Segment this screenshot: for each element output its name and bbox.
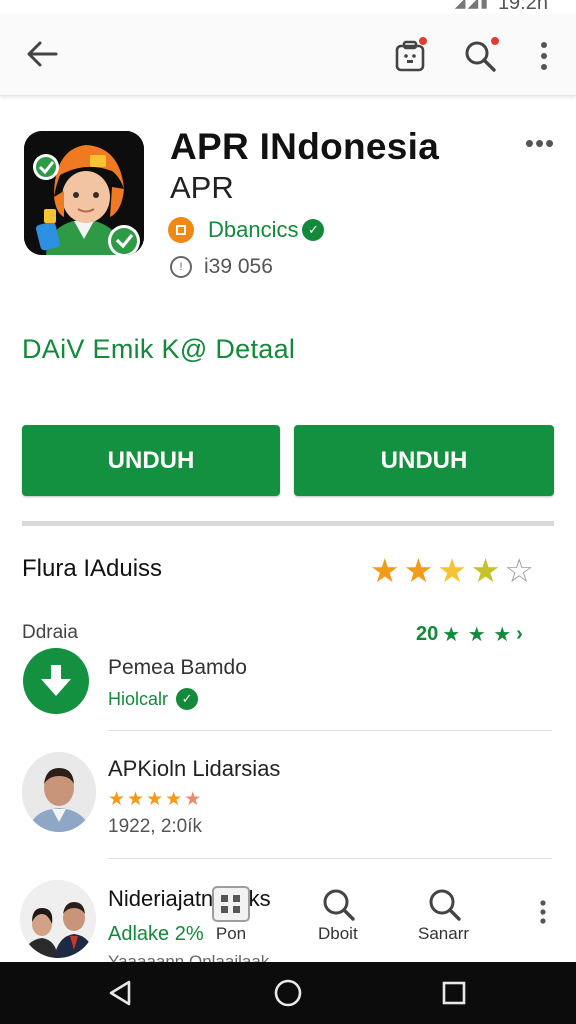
nav-label: Sanarr (418, 924, 470, 943)
ratings-section-title: Flura IAduiss (22, 555, 163, 582)
list-item-subtitle: Hiolcalr ✓ (108, 688, 199, 710)
star-filled-icon: ★ (403, 552, 434, 589)
more-options-button[interactable]: ••• (520, 128, 560, 158)
reviews-label: Ddraia (22, 622, 78, 643)
star-half-icon: ★ (184, 789, 202, 810)
verified-icon: ✓ (302, 219, 325, 241)
item-rating-stars: ★ ★ ★ ★ ★ (108, 788, 201, 811)
badge-label: Dbancics (208, 217, 299, 242)
notification-dot (418, 36, 428, 46)
system-home-button[interactable] (270, 978, 306, 1008)
status-icons: ◢◢▮ (454, 0, 490, 10)
status-time: 19:2n (497, 0, 548, 14)
badge-icon (168, 217, 194, 243)
nav-item-search-alt[interactable]: Sanarr (418, 886, 469, 944)
unduh-secondary-button[interactable]: UNDUH (294, 425, 554, 496)
star-filled-icon: ★ (127, 789, 145, 810)
top-app-bar (0, 14, 576, 96)
badge-mark-icon (176, 225, 186, 235)
rating-stars: ★ ★ ★ ★ ☆ (370, 553, 534, 589)
app-size: i39 056 (204, 255, 273, 278)
app-icon (24, 131, 144, 255)
app-icon-illustration (24, 131, 144, 255)
list-item-title[interactable]: APKioln Lidarsias (108, 756, 280, 782)
star-filled-icon: ★ (165, 789, 183, 810)
search-icon (429, 889, 461, 921)
system-back-button[interactable] (102, 978, 138, 1008)
review-count-link[interactable]: 20 ★ ★ ★ › (416, 622, 523, 647)
list-divider (108, 858, 552, 859)
overflow-menu-button[interactable] (522, 34, 566, 78)
review-count: 20 (416, 623, 439, 645)
star-filled-icon: ★ (146, 789, 164, 810)
search-icon (323, 889, 355, 921)
list-item-subtitle-text: Hiolcalr (108, 688, 169, 709)
verified-icon: ✓ (176, 688, 199, 710)
system-recents-button[interactable] (436, 978, 472, 1008)
download-button[interactable] (23, 648, 89, 714)
triangle-back-icon (109, 980, 131, 1006)
app-title: APR INdonesia (170, 126, 440, 167)
arrow-left-icon (27, 41, 58, 67)
more-vert-icon (541, 42, 547, 70)
info-icon: ! (170, 256, 192, 278)
nav-label: Pon (215, 924, 247, 943)
nav-more-button[interactable] (538, 900, 548, 924)
avatar[interactable] (22, 752, 96, 832)
status-bar: ◢◢▮ 19:2n (0, 0, 576, 14)
section-divider (22, 521, 554, 526)
list-divider (108, 730, 552, 731)
nav-item-apps[interactable]: Pon (212, 886, 250, 944)
details-link[interactable]: DAiV Emik K@ Detaal (22, 334, 295, 365)
notification-dot (490, 36, 500, 46)
more-vert-icon (540, 900, 546, 924)
review-stars: ★ ★ ★ (442, 624, 513, 646)
square-recents-icon (442, 981, 466, 1005)
star-filled-icon: ★ (108, 789, 126, 810)
download-arrow-icon (41, 665, 71, 696)
list-item-title[interactable]: Pemea Bamdo (108, 656, 247, 680)
app-size-row: ! i39 056 (170, 253, 273, 281)
chevron-right-icon: › (516, 623, 523, 645)
back-button[interactable] (22, 34, 62, 74)
person-photo-icon (22, 752, 96, 832)
unduh-primary-button[interactable]: UNDUH (22, 425, 280, 496)
nav-label: Dboit (318, 924, 358, 943)
star-empty-icon: ☆ (504, 552, 534, 589)
app-developer[interactable]: APR (170, 170, 234, 206)
developer-badge-row[interactable]: Dbancics ✓ (168, 215, 325, 245)
apps-grid-icon (212, 886, 250, 922)
system-navigation-bar (0, 962, 576, 1024)
star-filled-icon: ★ (437, 552, 467, 589)
star-filled-icon: ★ (470, 552, 501, 589)
gift-notification-button[interactable] (388, 34, 432, 78)
nav-item-search[interactable]: Dboit (318, 886, 358, 944)
list-item-meta: 1922, 2:0ík (108, 816, 203, 837)
bottom-nav: Pon Dboit Sanarr (0, 882, 576, 962)
star-filled-icon: ★ (370, 552, 400, 589)
circle-home-icon (274, 979, 302, 1007)
search-button[interactable] (458, 34, 502, 78)
